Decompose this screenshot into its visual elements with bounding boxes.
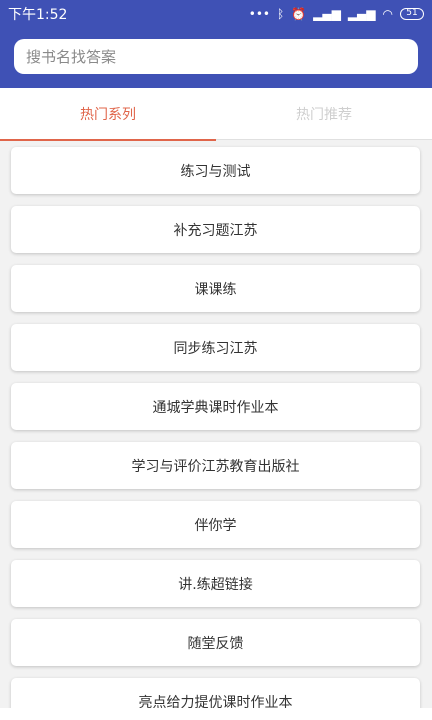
status-icons: ••• ᛒ ⏰ ▂▄▆ ▂▄▆ ◠ 51 <box>249 7 424 21</box>
list-item[interactable]: 练习与测试 <box>11 147 420 194</box>
list-item[interactable]: 同步练习江苏 <box>11 324 420 371</box>
more-dots-icon: ••• <box>248 7 270 21</box>
list-item[interactable]: 讲.练超链接 <box>11 560 420 607</box>
status-time: 下午1:52 <box>8 7 68 23</box>
status-bar: 下午1:52 ••• ᛒ ⏰ ▂▄▆ ▂▄▆ ◠ 51 <box>0 0 432 28</box>
search-header <box>0 28 432 88</box>
wifi-icon: ◠ <box>382 7 393 21</box>
list-item[interactable]: 学习与评价江苏教育出版社 <box>11 442 420 489</box>
series-list: 练习与测试 补充习题江苏 课课练 同步练习江苏 通城学典课时作业本 学习与评价江… <box>0 140 432 720</box>
list-item[interactable]: 通城学典课时作业本 <box>11 383 420 430</box>
battery-icon: 51 <box>400 8 424 20</box>
signal-icon-2: ▂▄▆ <box>347 7 376 21</box>
tab-hot-series[interactable]: 热门系列 <box>0 88 216 141</box>
list-item[interactable]: 伴你学 <box>11 501 420 548</box>
signal-icon: ▂▄▆ <box>313 7 341 21</box>
bluetooth-icon: ᛒ <box>276 7 285 21</box>
bottom-nav-bar <box>0 708 432 720</box>
tab-bar: 热门系列 热门推荐 <box>0 88 432 141</box>
tab-hot-recommend[interactable]: 热门推荐 <box>216 88 432 140</box>
alarm-icon: ⏰ <box>291 7 307 21</box>
list-item[interactable]: 补充习题江苏 <box>11 206 420 253</box>
search-input[interactable] <box>26 47 418 66</box>
search-box[interactable] <box>14 39 418 74</box>
list-item[interactable]: 随堂反馈 <box>11 619 420 666</box>
list-item[interactable]: 课课练 <box>11 265 420 312</box>
